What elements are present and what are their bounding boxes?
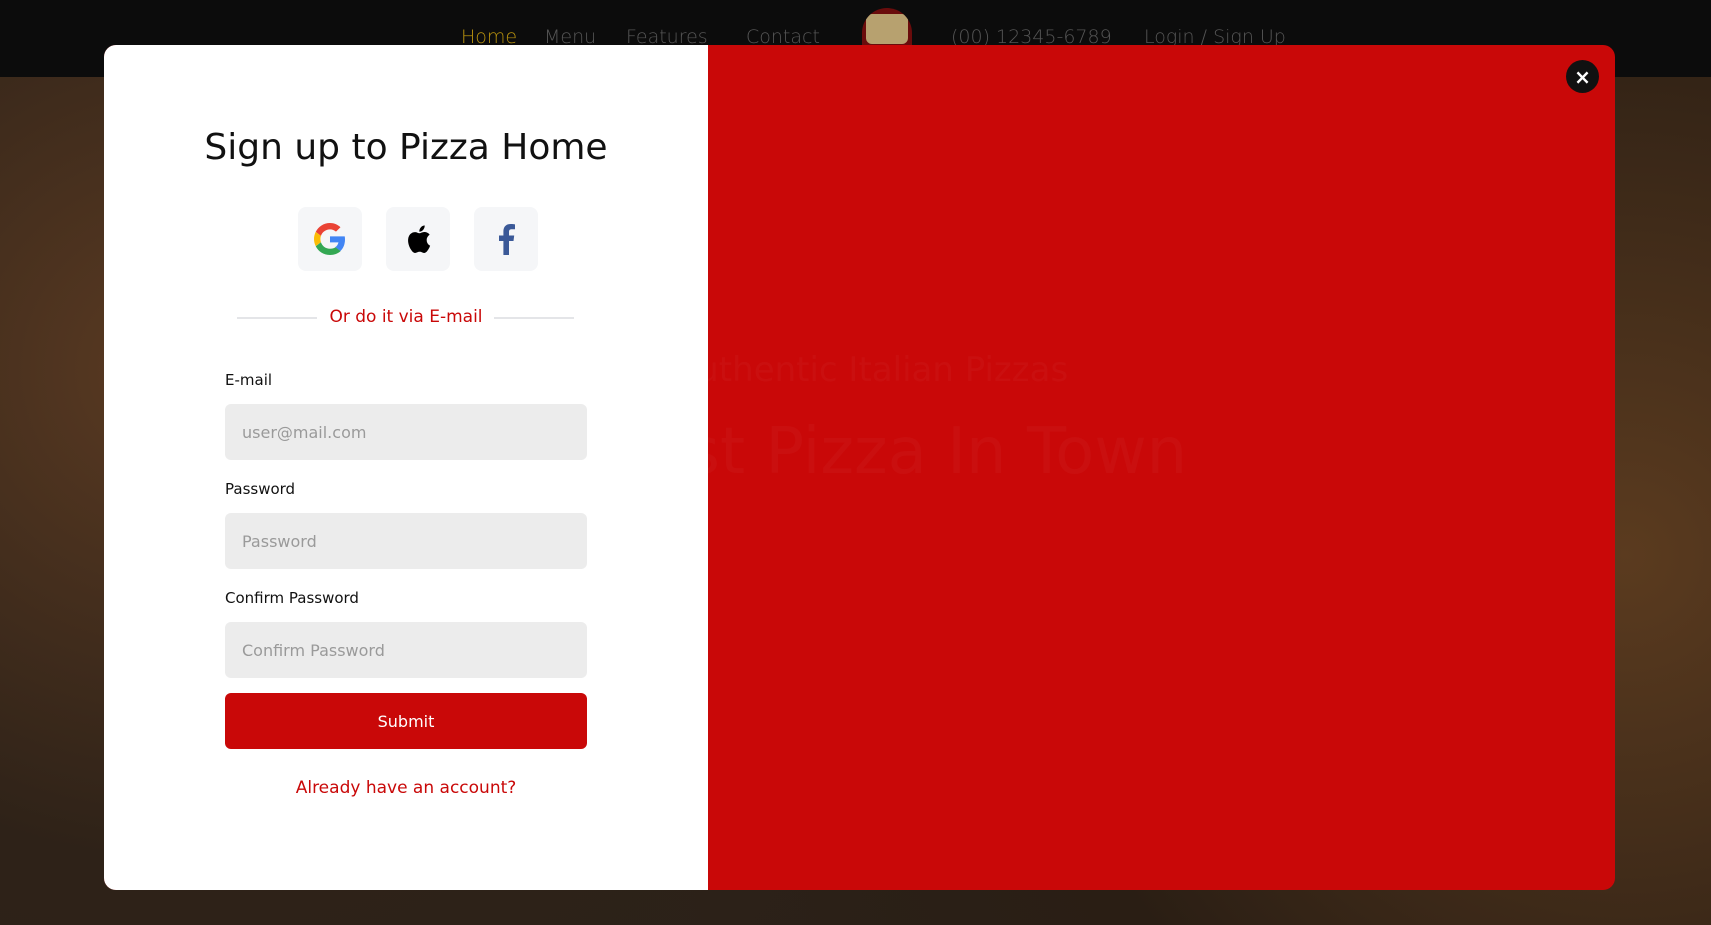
close-icon: × <box>1574 64 1591 89</box>
login-link[interactable]: Already have an account? <box>104 778 708 798</box>
facebook-icon <box>499 224 515 255</box>
signup-modal: Authentic Italian Pizzas The Best Pizza … <box>104 45 1615 890</box>
confirm-password-label: Confirm Password <box>225 589 359 607</box>
password-field[interactable] <box>225 513 587 569</box>
signup-form-panel: Sign up to Pizza Home Or do it via E-mai… <box>104 45 708 890</box>
apple-icon <box>408 225 431 253</box>
divider-line-right <box>494 317 574 319</box>
email-field[interactable] <box>225 404 587 460</box>
google-icon <box>314 223 345 255</box>
modal-title: Sign up to Pizza Home <box>204 127 608 168</box>
email-label: E-mail <box>225 371 273 389</box>
close-button[interactable]: × <box>1566 60 1599 93</box>
password-label: Password <box>225 480 296 498</box>
apple-signin-button[interactable] <box>386 207 450 271</box>
confirm-password-field[interactable] <box>225 622 587 678</box>
divider-text: Or do it via E-mail <box>329 307 483 327</box>
facebook-signin-button[interactable] <box>474 207 538 271</box>
submit-button[interactable]: Submit <box>225 693 587 749</box>
hero-subtitle: Authentic Italian Pizzas <box>674 350 1068 390</box>
google-signin-button[interactable] <box>298 207 362 271</box>
